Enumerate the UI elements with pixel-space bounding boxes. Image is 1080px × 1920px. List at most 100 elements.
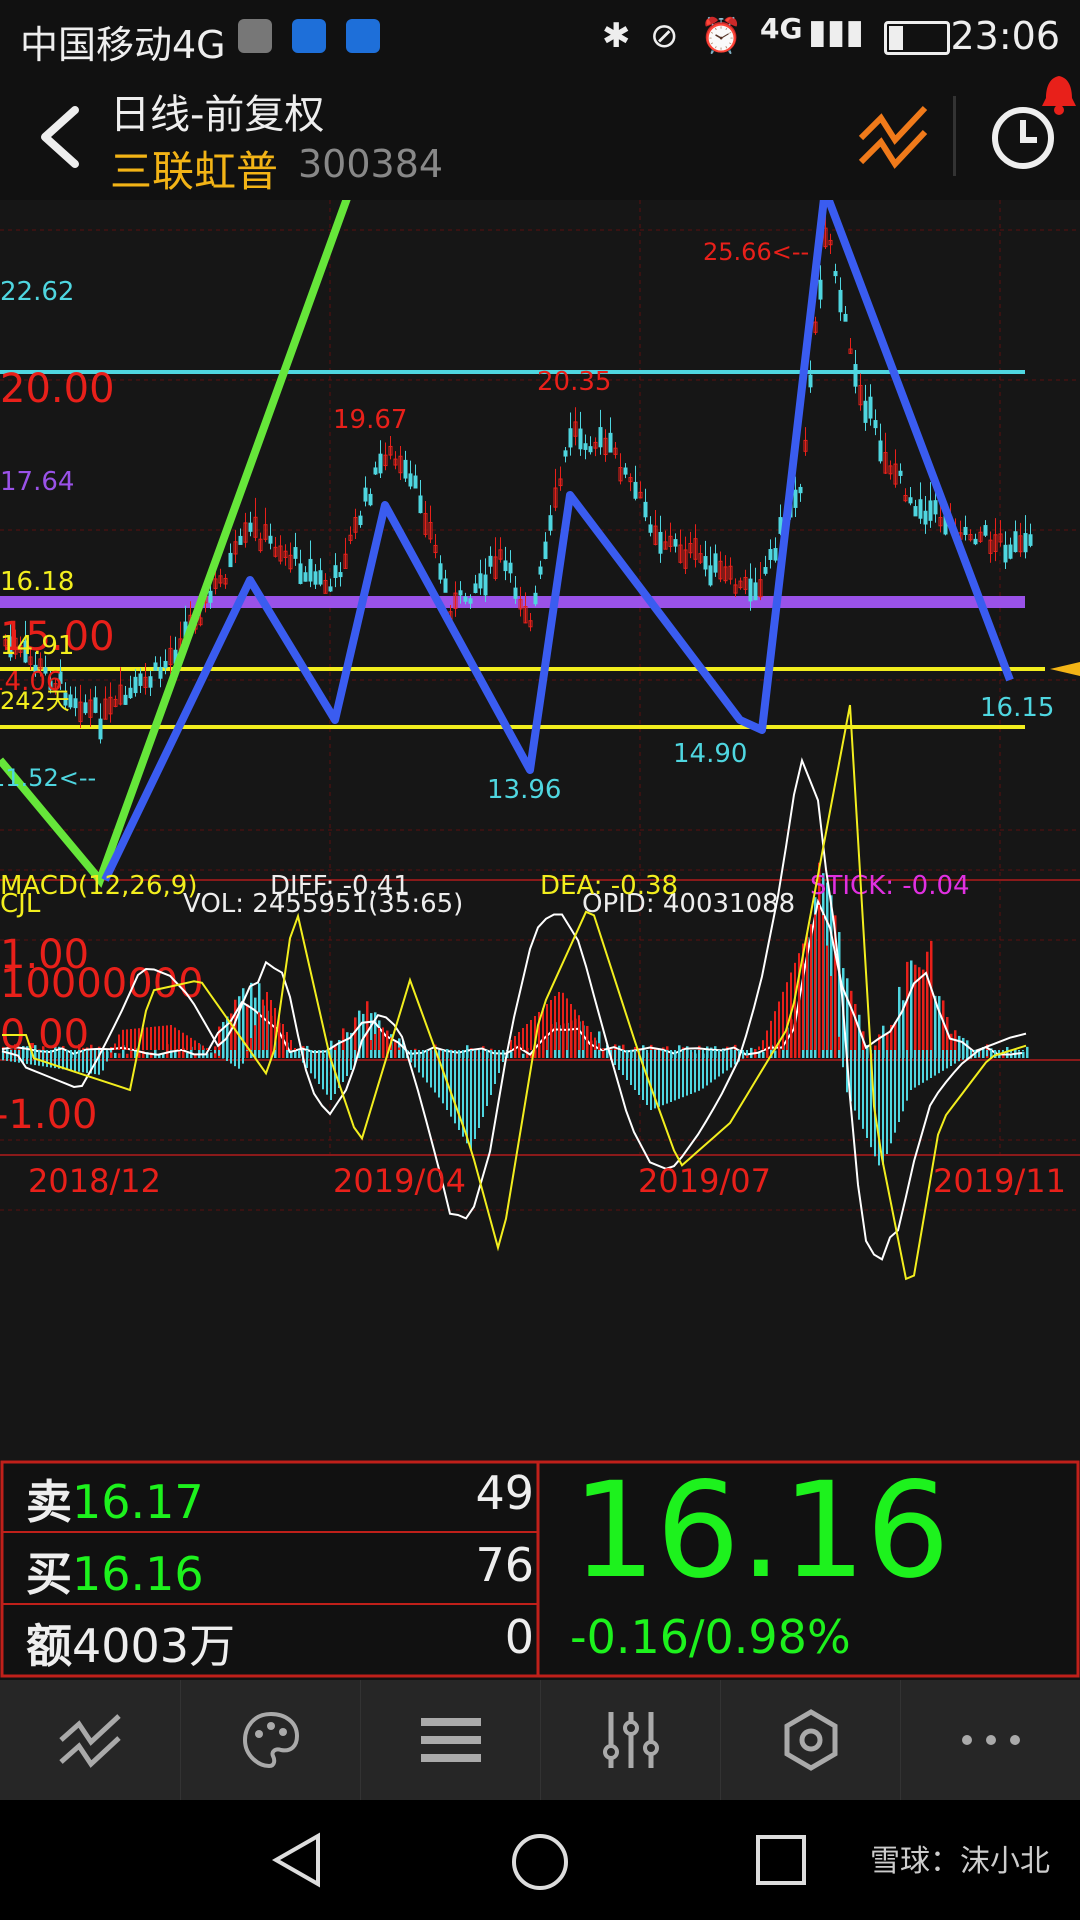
candle xyxy=(908,497,913,504)
volume-bar xyxy=(130,1050,133,1058)
macd-bar xyxy=(222,1050,224,1059)
candle xyxy=(798,486,803,494)
candle xyxy=(648,524,653,533)
nav-back-button[interactable] xyxy=(270,1832,326,1892)
candle xyxy=(833,271,838,277)
peak-label-25-66: 25.66<-- xyxy=(703,238,809,266)
draw-tool-button[interactable] xyxy=(855,100,935,174)
app-notification-icon-2 xyxy=(346,18,380,62)
macd-bar xyxy=(882,1050,884,1165)
alarm-bell-icon[interactable] xyxy=(1038,72,1080,122)
stock-chart[interactable]: 22.62 20.00 17.64 16.18 15.00 14.91 14.0… xyxy=(0,186,1080,1460)
nav-home-button[interactable] xyxy=(510,1832,570,1896)
candle xyxy=(898,470,903,476)
macd-bar xyxy=(806,933,808,1050)
macd-bar xyxy=(466,1050,468,1144)
macd-bar xyxy=(78,1050,80,1072)
macd-bar xyxy=(982,1050,984,1057)
candle xyxy=(643,501,648,518)
macd-bar xyxy=(166,1025,168,1050)
macd-bar xyxy=(686,1050,688,1096)
macd-bar xyxy=(414,1050,416,1068)
macd-bar xyxy=(906,1050,908,1101)
macd-bar xyxy=(582,1020,584,1050)
settings-button[interactable] xyxy=(720,1680,901,1800)
candle xyxy=(508,562,513,574)
macd-bar xyxy=(42,1050,44,1067)
macd-bar xyxy=(714,1050,716,1080)
macd-bar xyxy=(170,1025,172,1050)
macd-bar xyxy=(154,1026,156,1050)
macd-bar xyxy=(762,1040,764,1050)
bottom-toolbar xyxy=(0,1680,1080,1800)
macd-bar xyxy=(758,1046,760,1050)
price-label-low: 11.52<-- xyxy=(0,764,96,792)
macd-bar xyxy=(190,1037,192,1050)
sell-price: 16.17 xyxy=(72,1475,204,1529)
macd-bar xyxy=(902,1050,904,1112)
macd-bar xyxy=(1022,1050,1024,1052)
indicator-settings-button[interactable] xyxy=(540,1680,721,1800)
volume-bar xyxy=(906,961,909,1058)
back-button[interactable] xyxy=(30,102,100,172)
nav-recents-button[interactable] xyxy=(755,1834,807,1890)
macd-bar xyxy=(70,1050,72,1071)
macd-bar xyxy=(482,1050,484,1117)
candle xyxy=(248,522,253,532)
macd-bar xyxy=(818,904,820,1050)
x-axis-label-2: 2019/04 xyxy=(333,1162,466,1200)
macd-bar xyxy=(454,1050,456,1124)
volume-bar xyxy=(938,996,941,1058)
candle xyxy=(918,499,923,519)
macd-bar xyxy=(522,1028,524,1050)
macd-bar xyxy=(718,1050,720,1077)
macd-bar xyxy=(1026,1050,1028,1051)
nav-home-icon xyxy=(512,1834,568,1890)
candle xyxy=(483,574,488,596)
macd-bar xyxy=(858,1050,860,1120)
macd-stick: STICK: -0.04 xyxy=(810,871,970,901)
trough-label-14-90: 14.90 xyxy=(673,739,747,769)
macd-bar xyxy=(286,1032,288,1050)
draw-line-button[interactable] xyxy=(0,1680,180,1800)
candle xyxy=(83,702,88,714)
macd-bar xyxy=(386,1032,388,1050)
macd-bar xyxy=(746,1050,748,1056)
volume-bar xyxy=(942,1000,945,1058)
kline-chart-area[interactable]: 22.62 20.00 17.64 16.18 15.00 14.91 14.0… xyxy=(0,186,1080,1460)
volume-bar xyxy=(898,986,901,1058)
settings-icon xyxy=(784,1709,838,1771)
macd-bar xyxy=(598,1043,600,1050)
palette-button[interactable] xyxy=(180,1680,361,1800)
chart-mode-title: 日线-前复权 xyxy=(110,92,325,138)
macd-bar xyxy=(742,1050,744,1059)
volume-bar xyxy=(926,951,929,1058)
more-button[interactable] xyxy=(900,1680,1080,1800)
macd-bar xyxy=(282,1024,284,1050)
macd-bar xyxy=(14,1050,16,1063)
macd-bar xyxy=(158,1026,160,1050)
macd-bar xyxy=(10,1050,12,1062)
x-axis-label-3: 2019/07 xyxy=(638,1162,771,1200)
macd-bar xyxy=(150,1027,152,1050)
macd-bar xyxy=(634,1050,636,1090)
macd-bar xyxy=(258,1012,260,1050)
candle xyxy=(503,560,508,572)
macd-bar xyxy=(266,992,268,1050)
macd-bar xyxy=(238,1050,240,1069)
menu-button[interactable] xyxy=(360,1680,541,1800)
macd-bar xyxy=(550,1000,552,1050)
macd-bar xyxy=(554,996,556,1050)
volume-bar xyxy=(854,1004,857,1058)
gallery-notification-icon xyxy=(238,18,272,62)
macd-bar xyxy=(830,976,832,1050)
volume-bar xyxy=(126,1053,129,1058)
candle xyxy=(608,432,613,453)
macd-bar xyxy=(378,1028,380,1050)
candle xyxy=(793,489,798,508)
buy-row: 买16.16 xyxy=(26,1538,204,1604)
candle xyxy=(328,586,333,592)
candle xyxy=(158,666,163,679)
current-price-marker xyxy=(1050,662,1080,676)
macd-bar xyxy=(666,1050,668,1104)
